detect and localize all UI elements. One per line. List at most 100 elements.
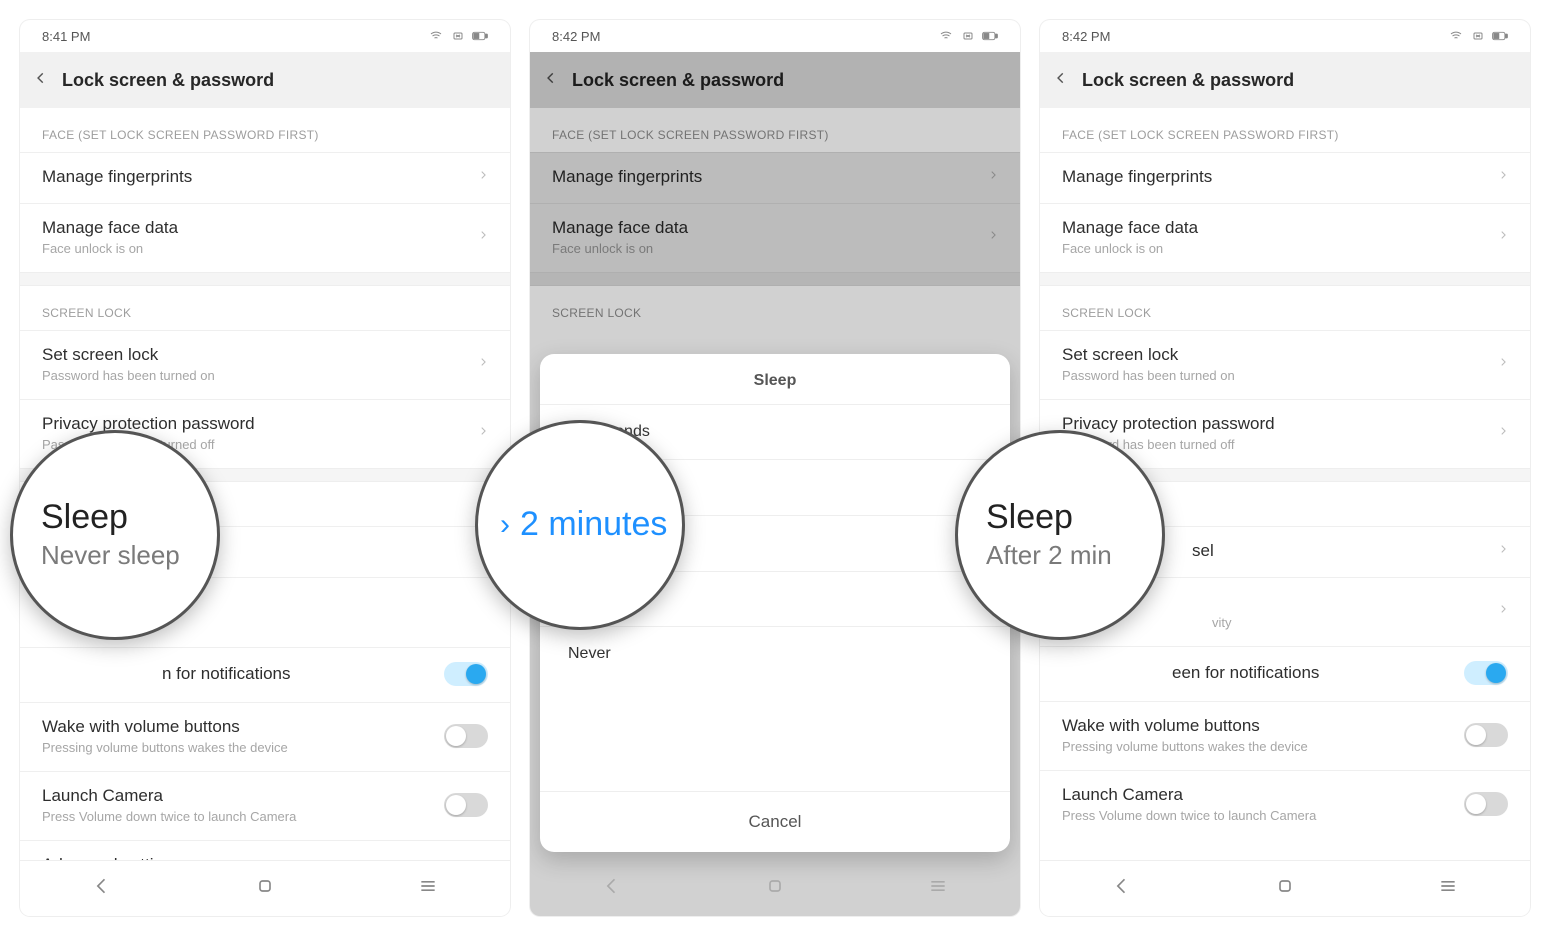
sub: Password has been turned off xyxy=(1062,437,1498,452)
lens-title: Sleep xyxy=(986,499,1162,536)
nav-home-icon[interactable] xyxy=(1275,876,1295,901)
status-bar: 8:42 PM xyxy=(530,20,1020,52)
back-button[interactable] xyxy=(34,71,48,90)
lens-title: 2 minutes xyxy=(520,506,667,543)
section-screenlock: SCREEN LOCK xyxy=(20,286,510,330)
nav-home-icon[interactable] xyxy=(255,876,275,901)
wifi-icon xyxy=(1448,30,1464,42)
lens-sub: After 2 min xyxy=(986,540,1162,571)
lens-title: Sleep xyxy=(41,499,217,536)
row-advanced[interactable]: Advanced settings xyxy=(20,840,510,860)
chevron-right-icon: › xyxy=(500,508,510,542)
battery-icon xyxy=(1492,30,1508,42)
toggle-wake-notifications[interactable] xyxy=(444,662,488,686)
status-bar: 8:41 PM xyxy=(20,20,510,52)
sub: Password has been turned on xyxy=(1062,368,1498,383)
navbar xyxy=(530,860,1020,916)
label: Wake with volume buttons xyxy=(1062,716,1464,736)
sub: vity xyxy=(1062,615,1498,630)
status-icons xyxy=(938,30,998,42)
lens-sub: Never sleep xyxy=(41,540,217,571)
nav-recents-icon[interactable] xyxy=(418,876,438,901)
label: n for notifications xyxy=(42,664,444,684)
label: Manage fingerprints xyxy=(42,167,478,187)
chevron-right-icon xyxy=(1498,355,1508,374)
row-set-screen-lock[interactable]: Set screen lock Password has been turned… xyxy=(1040,330,1530,399)
status-time: 8:42 PM xyxy=(552,29,600,44)
row-fingerprints[interactable]: Manage fingerprints xyxy=(20,152,510,203)
row-wake-notifications[interactable]: n for notifications xyxy=(20,647,510,702)
nav-back-icon[interactable] xyxy=(1112,876,1132,901)
box-icon xyxy=(960,30,976,42)
status-icons xyxy=(1448,30,1508,42)
page-title: Lock screen & password xyxy=(1082,70,1294,91)
sub: Pressing volume buttons wakes the device xyxy=(1062,739,1464,754)
nav-recents-icon[interactable] xyxy=(1438,876,1458,901)
wifi-icon xyxy=(938,30,954,42)
label: Manage face data xyxy=(1062,218,1498,238)
row-wake-volume[interactable]: Wake with volume buttons Pressing volume… xyxy=(1040,701,1530,770)
label: Set screen lock xyxy=(42,345,478,365)
sub: Press Volume down twice to launch Camera xyxy=(42,809,444,824)
label: Privacy protection password xyxy=(1062,414,1498,434)
row-set-screen-lock[interactable]: Set screen lock Password has been turned… xyxy=(20,330,510,399)
navbar xyxy=(20,860,510,916)
label: Manage fingerprints xyxy=(1062,167,1498,187)
toggle-launch-camera[interactable] xyxy=(1464,792,1508,816)
chevron-right-icon xyxy=(1498,424,1508,443)
magnifier-1: Sleep Never sleep xyxy=(10,430,220,640)
sub: Face unlock is on xyxy=(1062,241,1498,256)
toggle-launch-camera[interactable] xyxy=(444,793,488,817)
nav-home-icon[interactable] xyxy=(765,876,785,901)
dialog-title: Sleep xyxy=(540,354,1010,404)
label: Launch Camera xyxy=(1062,785,1464,805)
section-face: FACE (SET LOCK SCREEN PASSWORD FIRST) xyxy=(1040,108,1530,152)
row-fingerprints[interactable]: Manage fingerprints xyxy=(1040,152,1530,203)
chevron-right-icon xyxy=(1498,542,1508,561)
status-icons xyxy=(428,30,488,42)
chevron-right-icon xyxy=(478,168,488,187)
sub: Press Volume down twice to launch Camera xyxy=(1062,808,1464,823)
chevron-right-icon xyxy=(1498,602,1508,621)
toggle-wake-volume[interactable] xyxy=(444,724,488,748)
section-screenlock: SCREEN LOCK xyxy=(1040,286,1530,330)
row-wake-notifications[interactable]: een for notifications xyxy=(1040,646,1530,701)
chevron-right-icon xyxy=(1498,228,1508,247)
status-time: 8:42 PM xyxy=(1062,29,1110,44)
option-never[interactable]: Never xyxy=(540,626,1010,681)
sub: Face unlock is on xyxy=(42,241,478,256)
battery-icon xyxy=(472,30,488,42)
chevron-right-icon xyxy=(478,355,488,374)
box-icon xyxy=(1470,30,1486,42)
label: Manage face data xyxy=(42,218,478,238)
nav-back-icon[interactable] xyxy=(602,876,622,901)
section-face: FACE (SET LOCK SCREEN PASSWORD FIRST) xyxy=(20,108,510,152)
header: Lock screen & password xyxy=(1040,52,1530,108)
toggle-wake-volume[interactable] xyxy=(1464,723,1508,747)
row-launch-camera[interactable]: Launch Camera Press Volume down twice to… xyxy=(1040,770,1530,839)
navbar xyxy=(1040,860,1530,916)
label: Launch Camera xyxy=(42,786,444,806)
status-bar: 8:42 PM xyxy=(1040,20,1530,52)
magnifier-3: Sleep After 2 min xyxy=(955,430,1165,640)
sub: Password has been turned on xyxy=(42,368,478,383)
label: Wake with volume buttons xyxy=(42,717,444,737)
row-face-data[interactable]: Manage face data Face unlock is on xyxy=(20,203,510,272)
magnifier-2: › 2 minutes xyxy=(475,420,685,630)
toggle-wake-notifications[interactable] xyxy=(1464,661,1508,685)
nav-recents-icon[interactable] xyxy=(928,876,948,901)
row-launch-camera[interactable]: Launch Camera Press Volume down twice to… xyxy=(20,771,510,840)
header: Lock screen & password xyxy=(20,52,510,108)
dialog-cancel[interactable]: Cancel xyxy=(540,791,1010,852)
battery-icon xyxy=(982,30,998,42)
sub: Pressing volume buttons wakes the device xyxy=(42,740,444,755)
divider xyxy=(1040,272,1530,286)
back-button[interactable] xyxy=(1054,71,1068,90)
label: een for notifications xyxy=(1062,663,1464,683)
row-wake-volume[interactable]: Wake with volume buttons Pressing volume… xyxy=(20,702,510,771)
chevron-right-icon xyxy=(478,424,488,443)
page-title: Lock screen & password xyxy=(62,70,274,91)
nav-back-icon[interactable] xyxy=(92,876,112,901)
row-face-data[interactable]: Manage face data Face unlock is on xyxy=(1040,203,1530,272)
label: Set screen lock xyxy=(1062,345,1498,365)
